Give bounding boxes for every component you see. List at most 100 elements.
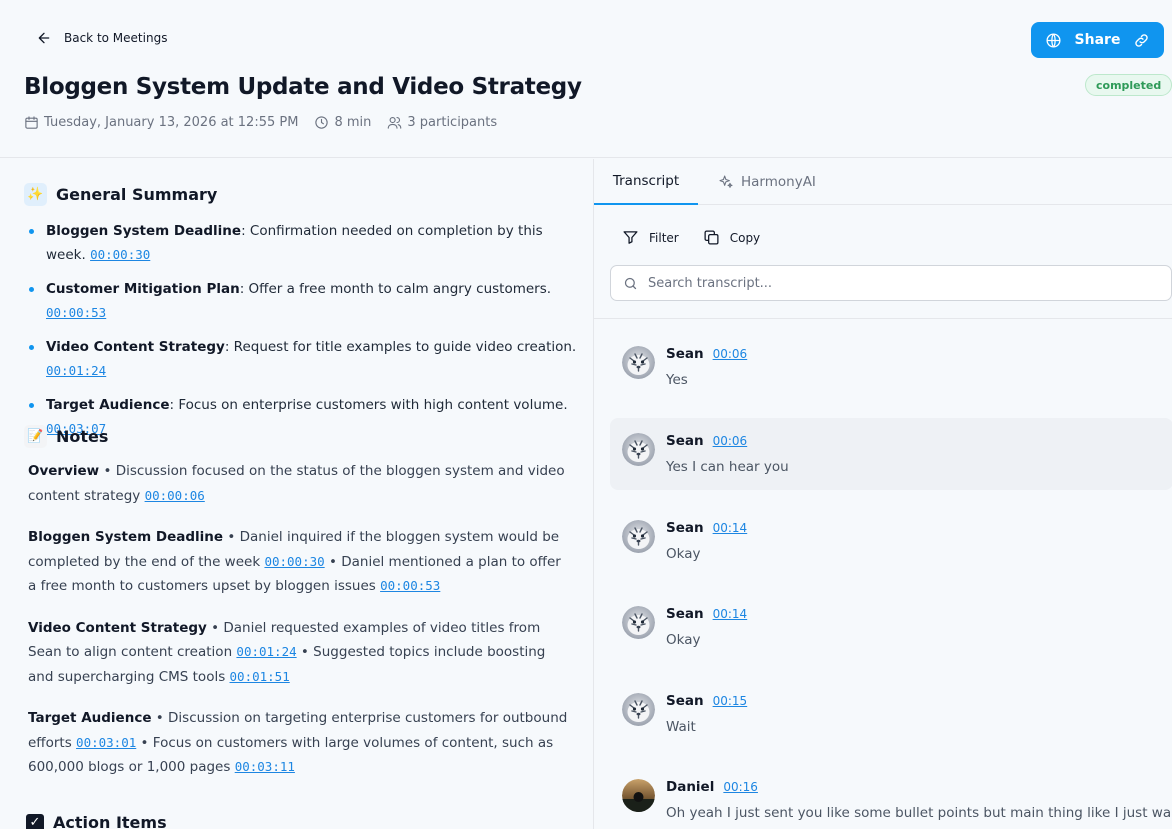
avatar [622, 346, 655, 379]
meeting-meta: Tuesday, January 13, 2026 at 12:55 PM 8 … [24, 115, 513, 130]
message-timestamp[interactable]: 00:14 [713, 607, 748, 621]
speaker-name: Sean [666, 433, 704, 449]
summary-item-label: Target Audience [46, 397, 170, 413]
note-label: Bloggen System Deadline [28, 529, 224, 545]
message-header: Daniel 00:16 [666, 779, 758, 795]
meeting-header: Back to Meetings Bloggen System Update a… [0, 0, 1172, 158]
message-timestamp[interactable]: 00:15 [713, 694, 748, 708]
share-label: Share [1074, 32, 1121, 48]
general-summary-title: General Summary [56, 185, 218, 204]
meeting-date-text: Tuesday, January 13, 2026 at 12:55 PM [44, 115, 299, 130]
meeting-duration-text: 8 min [334, 115, 372, 130]
note-item: Target Audience • Discussion on targetin… [28, 706, 568, 780]
page-title: Bloggen System Update and Video Strategy [24, 74, 582, 100]
timestamp-link[interactable]: 00:00:30 [90, 247, 150, 262]
filter-label: Filter [649, 230, 679, 245]
timestamp-link[interactable]: 00:00:53 [46, 305, 106, 320]
avatar [622, 520, 655, 553]
note-item: Overview • Discussion focused on the sta… [28, 459, 568, 508]
notes-list: Overview • Discussion focused on the sta… [28, 459, 568, 797]
meeting-date: Tuesday, January 13, 2026 at 12:55 PM [24, 115, 298, 130]
speaker-name: Sean [666, 520, 704, 536]
message-header: Sean 00:14 [666, 520, 747, 536]
copy-label: Copy [729, 230, 761, 245]
status-badge: completed [1085, 74, 1172, 96]
transcript-message[interactable]: Sean 00:06 Yes I can hear you [610, 418, 1172, 490]
message-text: Oh yeah I just sent you like some bullet… [666, 805, 1172, 821]
timestamp-link[interactable]: 00:00:53 [380, 578, 440, 593]
message-timestamp[interactable]: 00:06 [713, 347, 748, 361]
speaker-name: Sean [666, 346, 704, 362]
speaker-name: Daniel [666, 779, 715, 795]
avatar [622, 693, 655, 726]
note-item: Video Content Strategy • Daniel requeste… [28, 616, 568, 690]
timestamp-link[interactable]: 00:03:01 [76, 735, 136, 750]
sparkles-icon: ✨ [24, 183, 47, 206]
message-text: Wait [666, 719, 696, 735]
message-header: Sean 00:06 [666, 346, 747, 362]
back-to-meetings-link[interactable]: Back to Meetings [36, 30, 167, 46]
copy-button[interactable]: Copy [703, 229, 760, 246]
transcript-message[interactable]: Sean 00:06 Yes [610, 331, 1172, 403]
timestamp-link[interactable]: 00:01:24 [236, 644, 296, 659]
tab-transcript[interactable]: Transcript [594, 159, 698, 205]
back-label: Back to Meetings [64, 31, 168, 45]
filter-button[interactable]: Filter [622, 229, 679, 246]
message-text: Yes I can hear you [666, 459, 789, 475]
tab-harmonyai-label: HarmonyAI [741, 174, 816, 190]
avatar [622, 779, 655, 812]
users-icon [388, 116, 402, 129]
divider [594, 318, 1172, 319]
summary-item-label: Bloggen System Deadline [46, 223, 242, 239]
transcript-message[interactable]: Daniel 00:16 Oh yeah I just sent you like … [610, 764, 1172, 829]
search-icon [624, 277, 637, 289]
clock-icon [315, 116, 329, 129]
timestamp-link[interactable]: 00:00:06 [145, 488, 205, 503]
meeting-participants: 3 participants [387, 115, 497, 130]
summary-item: Target Audience: Focus on enterprise cus… [28, 393, 578, 441]
message-timestamp[interactable]: 00:14 [713, 521, 748, 535]
transcript-message[interactable]: Sean 00:14 Okay [610, 505, 1172, 577]
message-header: Sean 00:15 [666, 693, 747, 709]
timestamp-link[interactable]: 00:01:51 [230, 669, 290, 684]
timestamp-link[interactable]: 00:01:24 [46, 363, 106, 378]
summary-pane: ✨ General Summary Bloggen System Deadlin… [0, 159, 593, 829]
link-icon [1135, 33, 1148, 47]
summary-item-text: : Focus on enterprise customers with hig… [169, 397, 568, 413]
checkbox-icon: ✓ [26, 813, 44, 829]
transcript-pane: Transcript HarmonyAI Filter Copy Sean 00:… [593, 159, 1172, 829]
summary-list: Bloggen System Deadline: Confirmation ne… [28, 219, 578, 451]
transcript-message[interactable]: Sean 00:14 Okay [610, 591, 1172, 663]
message-timestamp[interactable]: 00:06 [713, 434, 748, 448]
notes-title: Notes [56, 427, 109, 446]
summary-item: Customer Mitigation Plan: Offer a free m… [28, 277, 578, 325]
summary-item-label: Video Content Strategy [46, 339, 225, 355]
message-header: Sean 00:14 [666, 606, 747, 622]
summary-item-text: : Request for title examples to guide vi… [224, 339, 577, 355]
tab-harmonyai[interactable]: HarmonyAI [718, 159, 816, 205]
transcript-tabs: Transcript HarmonyAI [594, 159, 1172, 205]
note-item: Bloggen System Deadline • Daniel inquire… [28, 525, 568, 599]
note-label: Target Audience [28, 710, 152, 726]
note-label: Video Content Strategy [28, 619, 207, 636]
speaker-name: Sean [666, 693, 704, 709]
meeting-duration: 8 min [314, 115, 371, 130]
action-items-heading: ✓ Action Items [24, 813, 167, 829]
note-label: Overview [28, 463, 100, 479]
summary-item-label: Customer Mitigation Plan [46, 281, 240, 297]
message-timestamp[interactable]: 00:16 [723, 780, 758, 794]
timestamp-link[interactable]: 00:00:30 [264, 554, 324, 569]
avatar [622, 433, 655, 466]
transcript-search[interactable] [610, 265, 1172, 301]
note-text: • Discussion focused on the status of th… [28, 463, 565, 504]
avatar [622, 606, 655, 639]
message-text: Yes [666, 372, 688, 388]
search-input[interactable] [648, 275, 1148, 291]
timestamp-link[interactable]: 00:03:11 [235, 759, 295, 774]
calendar-icon [25, 116, 38, 129]
share-button[interactable]: Share [1031, 22, 1164, 58]
transcript-toolbar: Filter Copy [622, 229, 760, 246]
transcript-message[interactable]: Sean 00:15 Wait [610, 678, 1172, 750]
summary-item: Video Content Strategy: Request for titl… [28, 335, 578, 383]
summary-item: Bloggen System Deadline: Confirmation ne… [28, 219, 578, 267]
